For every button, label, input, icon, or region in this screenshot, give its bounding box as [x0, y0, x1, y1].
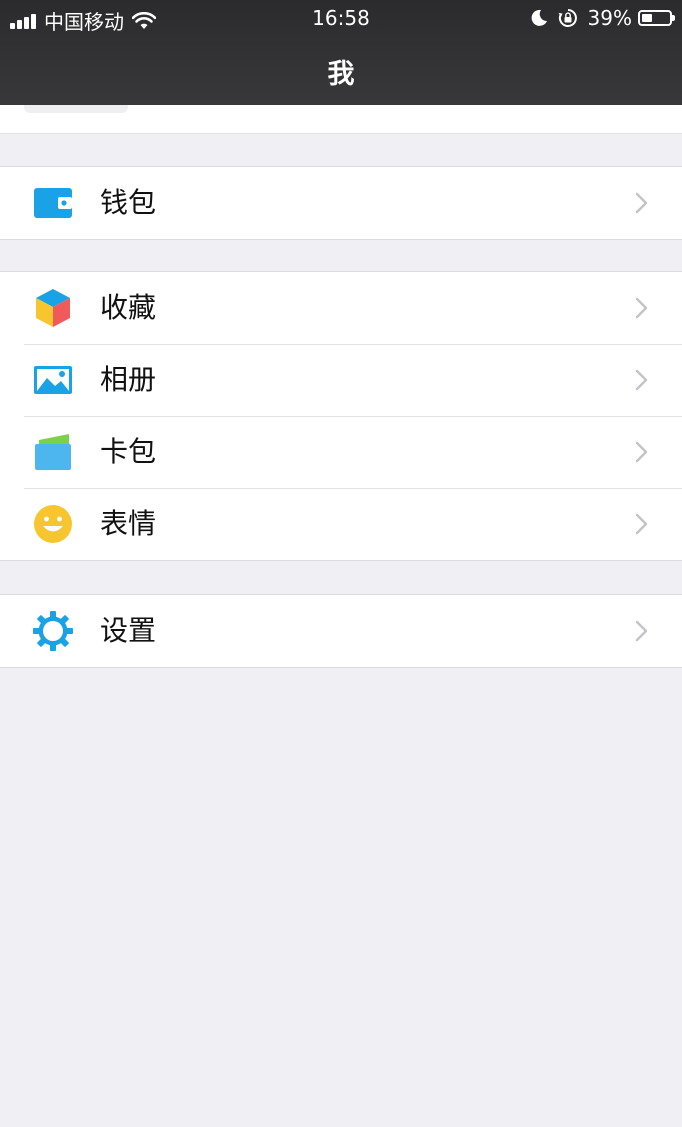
menu-item-label: 卡包 — [100, 435, 157, 468]
chevron-right-icon — [635, 297, 648, 319]
battery-percent: 39% — [587, 6, 632, 30]
profile-card-edge — [24, 105, 128, 113]
menu-item-card-wallet[interactable]: 卡包 — [0, 416, 682, 488]
menu-item-label: 钱包 — [100, 186, 157, 219]
menu-item-label: 收藏 — [100, 291, 157, 324]
top-bar: 中国移动 16:58 39% 我 — [0, 0, 682, 105]
menu-group-settings: 设置 — [0, 594, 682, 668]
menu-item-label: 设置 — [100, 614, 157, 647]
chevron-right-icon — [635, 369, 648, 391]
chevron-right-icon — [635, 513, 648, 535]
sticker-smiley-icon — [34, 505, 72, 543]
favorites-cube-icon — [36, 289, 70, 327]
settings-gear-icon — [33, 611, 73, 651]
album-icon — [34, 366, 72, 394]
battery-icon — [638, 10, 675, 26]
menu-item-album[interactable]: 相册 — [0, 344, 682, 416]
menu-group-content: 收藏 相册 卡包 表情 — [0, 271, 682, 561]
menu-item-label: 相册 — [100, 363, 157, 396]
rotation-lock-icon — [558, 9, 577, 27]
moon-icon — [531, 9, 547, 26]
chevron-right-icon — [635, 192, 648, 214]
menu-group-wallet: 钱包 — [0, 166, 682, 240]
menu-item-settings[interactable]: 设置 — [0, 595, 682, 667]
chevron-right-icon — [635, 620, 648, 642]
menu-item-wallet[interactable]: 钱包 — [0, 167, 682, 239]
chevron-right-icon — [635, 441, 648, 463]
battery-level — [642, 14, 652, 22]
status-right: 39% — [530, 6, 675, 30]
menu-item-stickers[interactable]: 表情 — [0, 488, 682, 560]
menu-item-label: 表情 — [100, 507, 157, 540]
card-wallet-icon — [35, 434, 71, 470]
page-title: 我 — [327, 59, 355, 90]
profile-card[interactable] — [0, 105, 682, 134]
status-bar: 中国移动 16:58 39% — [0, 0, 682, 36]
menu-item-favorites[interactable]: 收藏 — [0, 272, 682, 344]
wallet-icon — [34, 188, 72, 218]
